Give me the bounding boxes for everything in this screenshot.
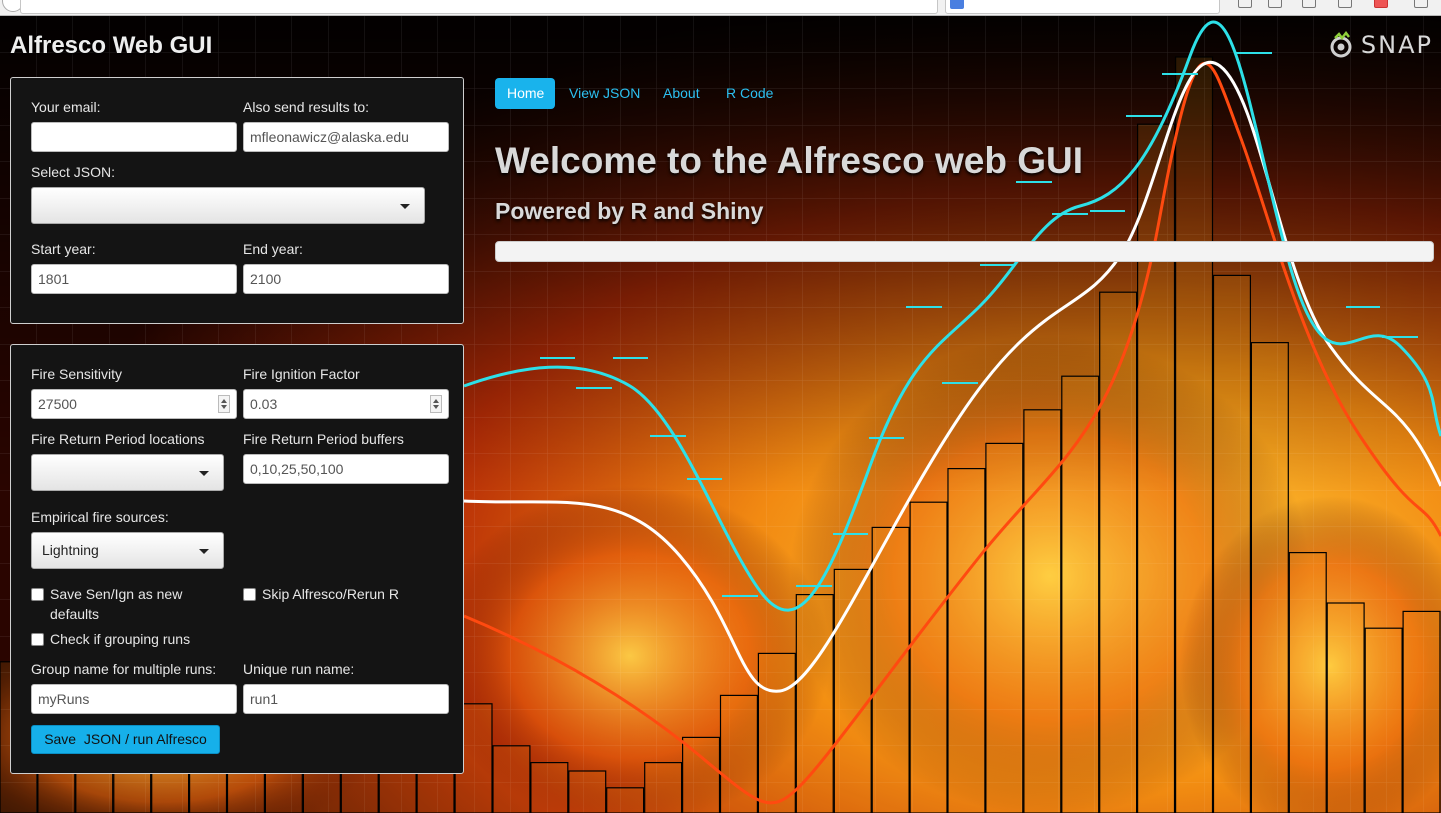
background-bar [1288, 551, 1327, 813]
fire-ignition-stepper[interactable]: 0.03 [243, 389, 449, 419]
background-bar [1364, 627, 1403, 813]
bookmark-star-icon[interactable] [1238, 0, 1252, 8]
spinner-arrows-icon[interactable] [430, 395, 442, 413]
grouping-runs-checkbox[interactable] [31, 633, 44, 646]
json-select-label: Select JSON: [31, 164, 116, 180]
save-defaults-label: Save Sen/Ign as new defaults [50, 586, 183, 622]
fire-sensitivity-label: Fire Sensitivity [31, 366, 123, 382]
start-year-field[interactable] [31, 264, 237, 294]
background-bar [606, 787, 645, 813]
background-bar [1402, 610, 1441, 813]
fire-settings-panel: Fire Sensitivity 27500 Fire Ignition Fac… [10, 344, 464, 774]
snap-logo-icon [1330, 31, 1352, 58]
background-bar [985, 442, 1024, 813]
empirical-sources-select[interactable]: Lightning [31, 532, 224, 569]
background-bar [757, 652, 796, 813]
chevron-down-icon [199, 471, 209, 476]
background-bar [1212, 274, 1252, 813]
end-year-field[interactable] [243, 264, 449, 294]
background-bar [1326, 602, 1365, 813]
background-bar [530, 761, 569, 813]
fire-sensitivity-value: 27500 [38, 396, 77, 412]
spinner-arrows-icon[interactable] [218, 395, 230, 413]
tab-r-code[interactable]: R Code [726, 78, 773, 109]
background-bar [681, 736, 721, 813]
start-year-label: Start year: [31, 241, 96, 257]
chevron-down-icon [199, 549, 209, 554]
background-bar [492, 745, 531, 813]
snap-logo[interactable]: SNAP [1329, 30, 1433, 60]
email-field[interactable] [31, 122, 237, 152]
email-label: Your email: [31, 99, 101, 115]
tab-home[interactable]: Home [495, 78, 555, 109]
json-select[interactable] [31, 187, 425, 224]
background-bar [947, 468, 986, 813]
skip-alfresco-checkbox[interactable] [243, 588, 256, 601]
cc-email-field[interactable] [243, 122, 449, 152]
downloads-icon[interactable] [1302, 0, 1316, 8]
grouping-runs-label: Check if grouping runs [50, 631, 191, 647]
frp-locations-label: Fire Return Period locations [31, 431, 205, 447]
run-name-label: Unique run name: [243, 661, 355, 677]
tab-about[interactable]: About [663, 78, 700, 109]
snap-logo-text: SNAP [1360, 31, 1433, 59]
frp-buffers-field[interactable] [243, 454, 449, 484]
fire-ignition-value: 0.03 [250, 396, 278, 412]
chevron-down-icon [400, 204, 410, 209]
page-subtitle: Powered by R and Shiny [495, 198, 764, 224]
reading-list-icon[interactable] [1268, 0, 1282, 8]
group-name-field[interactable] [31, 684, 237, 714]
extension-icon[interactable] [1374, 0, 1388, 8]
run-settings-panel: Your email: Also send results to: Select… [10, 77, 464, 324]
background-bar [833, 568, 872, 813]
empirical-sources-value: Lightning [42, 542, 99, 558]
search-engine-icon [950, 0, 964, 9]
progress-bar [495, 241, 1434, 262]
frp-buffers-label: Fire Return Period buffers [243, 431, 404, 447]
fire-ignition-label: Fire Ignition Factor [243, 366, 360, 382]
background-bar [1250, 342, 1289, 813]
menu-icon[interactable] [1414, 0, 1428, 8]
background-bar [1061, 375, 1100, 813]
app-title: Alfresco Web GUI [10, 32, 213, 59]
background-bar [795, 593, 834, 813]
run-name-field[interactable] [243, 684, 449, 714]
skip-alfresco-label: Skip Alfresco/Rerun R [262, 586, 399, 602]
save-json-run-alfresco-button[interactable]: Save JSON / run Alfresco [31, 725, 220, 754]
background-bar [1174, 56, 1214, 813]
home-icon[interactable] [1338, 0, 1352, 8]
background-bar [1136, 123, 1176, 813]
page-title: Welcome to the Alfresco web GUI [495, 140, 1084, 181]
empirical-sources-label: Empirical fire sources: [31, 509, 169, 525]
frp-locations-select[interactable] [31, 454, 224, 491]
background-bar [644, 761, 683, 813]
group-name-label: Group name for multiple runs: [31, 661, 217, 677]
background-bar [568, 770, 607, 813]
tab-view-json[interactable]: View JSON [569, 78, 640, 109]
fire-sensitivity-stepper[interactable]: 27500 [31, 389, 237, 419]
save-defaults-checkbox[interactable] [31, 588, 44, 601]
cc-email-label: Also send results to: [243, 99, 370, 115]
browser-search-box[interactable] [945, 0, 1220, 14]
background-bar [909, 501, 948, 813]
browser-chrome [0, 0, 1441, 16]
address-bar[interactable] [20, 0, 938, 14]
end-year-label: End year: [243, 241, 303, 257]
